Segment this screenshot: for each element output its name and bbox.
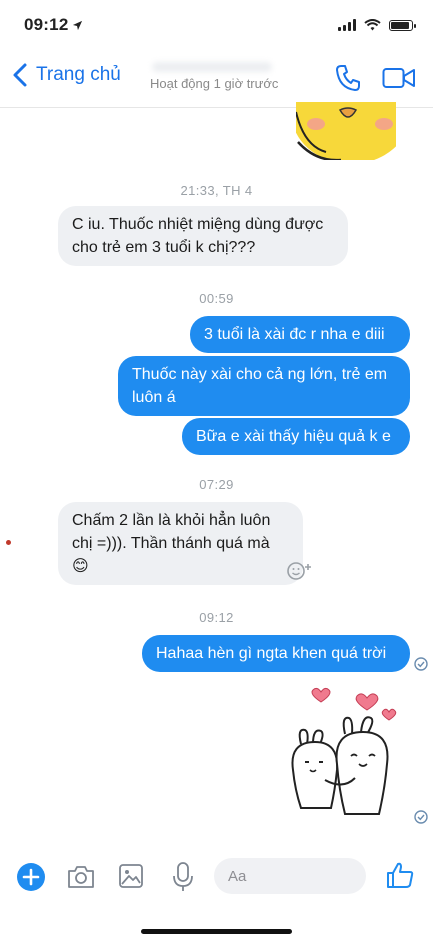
timestamp: 00:59 [199,291,234,306]
conversation-header: Trang chủ Hoạt động 1 giờ trước [0,50,433,108]
bunny-hug-sticker [291,687,397,815]
wifi-icon [364,19,381,31]
read-receipt-icon [414,657,428,671]
add-reaction-icon[interactable] [286,560,314,582]
gallery-icon[interactable] [118,863,144,889]
outgoing-message[interactable]: Hahaa hèn gì ngta khen quá trời [142,635,410,672]
timestamp: 09:12 [199,610,234,625]
location-arrow-icon [73,20,83,30]
contact-status: Hoạt động 1 giờ trước [150,76,279,91]
edge-mark [6,540,11,545]
signal-icon [338,19,356,31]
incoming-message[interactable]: Chấm 2 lần là khỏi hẳn luôn chị =))). Th… [58,502,303,585]
microphone-icon[interactable] [172,861,194,893]
back-label: Trang chủ [36,64,121,85]
battery-icon [389,19,416,31]
chevron-left-icon [13,63,27,87]
video-call-icon[interactable] [382,67,416,89]
back-button[interactable]: Trang chủ [10,62,121,88]
message-input[interactable] [214,858,366,894]
read-receipt-icon [414,810,428,824]
contact-name-redacted [152,62,272,72]
timestamp: 21:33, TH 4 [180,183,253,198]
home-indicator [141,929,292,934]
outgoing-message[interactable]: Thuốc này xài cho cả ng lớn, trẻ em luôn… [118,356,410,416]
timestamp: 07:29 [199,477,234,492]
camera-icon[interactable] [66,864,96,890]
like-thumbs-up-icon[interactable] [385,860,415,890]
outgoing-message[interactable]: 3 tuổi là xài đc r nha e diii [190,316,410,353]
incoming-message[interactable]: C iu. Thuốc nhiệt miệng dùng được cho tr… [58,206,348,266]
phone-call-icon[interactable] [335,64,361,92]
plus-icon[interactable] [16,862,46,892]
outgoing-message[interactable]: Bữa e xài thấy hiệu quả k e [182,418,410,455]
duck-sticker [296,102,396,160]
status-time: 09:12 [24,15,69,34]
status-bar: 09:12 [0,0,433,50]
